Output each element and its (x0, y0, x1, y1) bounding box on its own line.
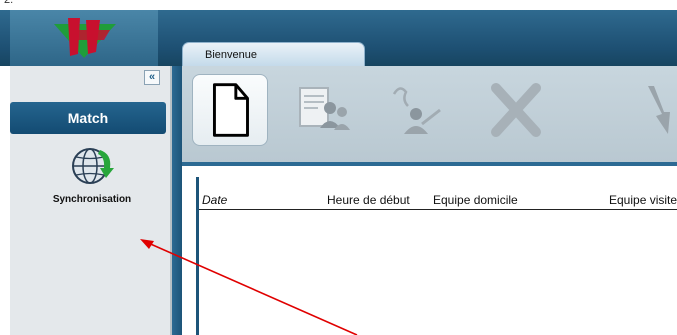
match-grid[interactable]: Date Heure de début Equipe domicile Equi… (196, 177, 677, 335)
delete-button[interactable] (478, 74, 554, 146)
delete-x-icon (491, 83, 541, 137)
sync-arrow-icon (648, 86, 670, 134)
toolbar (182, 66, 677, 162)
sidebar: « Match Synchronisation (10, 66, 172, 335)
logo-area (10, 10, 158, 66)
new-document-icon (212, 83, 249, 137)
content-border (182, 162, 677, 166)
app-logo-icon (54, 18, 116, 58)
globe-sync-icon (72, 148, 114, 184)
sidebar-item-synchronisation[interactable]: Synchronisation (32, 144, 152, 234)
column-header-home-team[interactable]: Equipe domicile (433, 193, 518, 207)
tab-bienvenue[interactable]: Bienvenue (182, 42, 365, 66)
splitter[interactable] (172, 66, 182, 335)
stray-text: 2. (4, 0, 14, 6)
document-users-icon (299, 87, 350, 130)
sidebar-item-label: Synchronisation (52, 194, 132, 205)
column-header-visitor-team[interactable]: Equipe visiteur (609, 193, 677, 207)
user-edit-icon (392, 87, 441, 134)
new-document-button[interactable] (192, 74, 268, 146)
column-header-start-time[interactable]: Heure de début (327, 193, 433, 207)
document-users-button[interactable] (286, 74, 362, 146)
user-edit-button[interactable] (378, 74, 454, 146)
grid-header: Date Heure de début Equipe domicile Equi… (199, 191, 677, 210)
column-header-date[interactable]: Date (202, 193, 227, 207)
sync-toolbar-button[interactable] (628, 74, 677, 146)
collapse-sidebar-button[interactable]: « (144, 70, 160, 85)
match-section-button[interactable]: Match (10, 102, 166, 134)
